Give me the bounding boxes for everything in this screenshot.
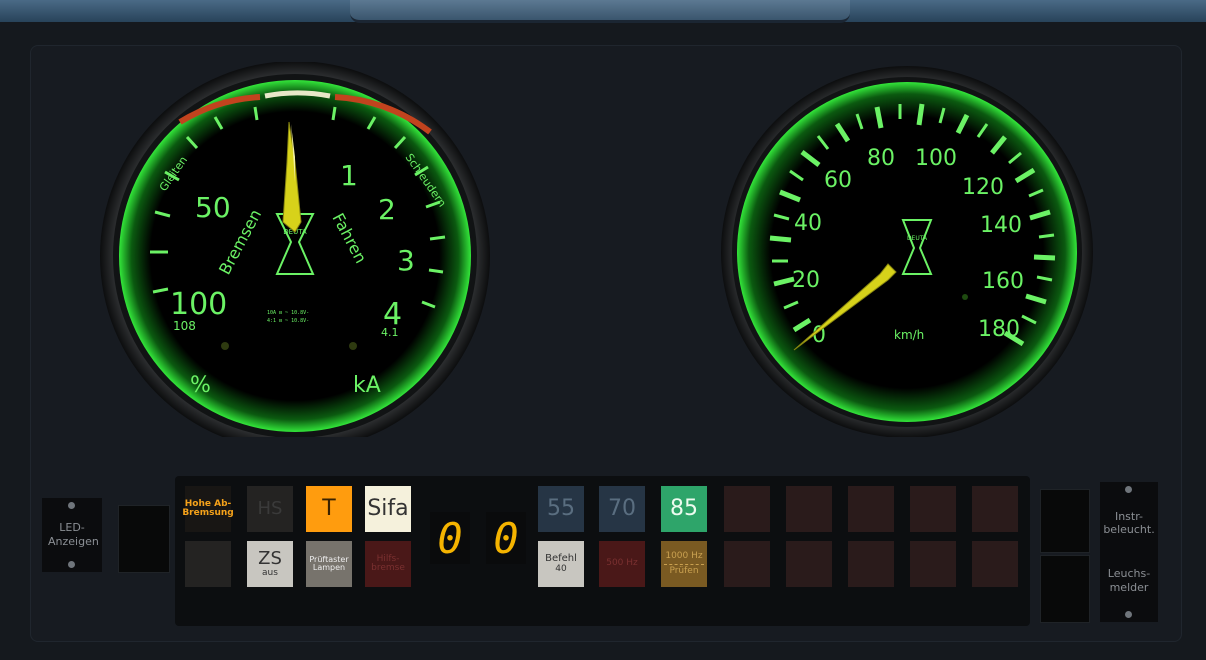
lamp-empty-2 [786,486,832,532]
top-bar [0,0,1206,23]
speed-label-120: 120 [962,175,1004,200]
led-slot [118,505,170,573]
lamp-hohe-ab-bremsung[interactable]: Hohe Ab-Bremsung [182,486,234,532]
tick-label-100: 100 [170,287,227,322]
digit-display-2: 0 [486,512,526,564]
lamp-zs-aus[interactable]: ZS aus [247,541,293,587]
top-bar-slot [350,0,850,23]
digit-display-1: 0 [430,512,470,564]
lamp-hs[interactable]: HS [247,486,293,532]
lamp-hilfsbremse[interactable]: Hilfs- bremse [365,541,411,587]
tick-label-2: 2 [378,193,396,226]
speed-label-80: 80 [867,146,895,171]
lamp-befehl-40[interactable]: Befehl 40 [538,541,584,587]
lamp-empty-4 [910,486,956,532]
tick-label-1: 1 [340,159,358,192]
instr-beleuchtung-label: Instr-beleucht. [1103,509,1155,537]
lamp-500hz[interactable]: 500 Hz [599,541,645,587]
speed-label-60: 60 [824,168,852,193]
unit-percent: % [190,373,211,398]
lamp-sifa[interactable]: Sifa [365,486,411,532]
unit-ka: kA [353,373,381,398]
instr-beleuchtung-box: Instr-beleucht. Leuchs-melder [1100,482,1158,622]
lamp-t[interactable]: T [306,486,352,532]
lamp-empty-5 [972,486,1018,532]
lamp-blank [185,541,231,587]
speed-label-40: 40 [794,211,822,236]
speedometer-gauge: 0 20 40 60 80 100 120 140 160 180 DEUTA … [712,62,1112,437]
max-right-label: 4.1 [381,326,399,339]
lamp-empty-3 [848,486,894,532]
speed-label-20: 20 [792,268,820,293]
lamp-empty-10 [972,541,1018,587]
lamp-1000hz-pruefen[interactable]: 1000 Hz Prüfen [661,541,707,587]
speed-label-140: 140 [980,213,1022,238]
lamp-55[interactable]: 55 [538,486,584,532]
speedometer-dial-face [737,82,1077,422]
speed-label-100: 100 [915,146,957,171]
tick-label-50: 50 [195,191,231,224]
led-anzeigen-box: LED-Anzeigen [42,498,102,572]
logo-text: DEUTA [907,235,928,242]
lamp-empty-8 [848,541,894,587]
tick-label-3: 3 [397,244,415,277]
svg-text:10A ⊟ ~ 10.8V-: 10A ⊟ ~ 10.8V- [267,310,309,316]
lamp-85[interactable]: 85 [661,486,707,532]
speed-label-180: 180 [978,317,1020,342]
lamp-empty-9 [910,541,956,587]
traction-dial-face [119,80,471,432]
lamp-prueftaster[interactable]: Prüftaster Lampen [306,541,352,587]
lamp-empty-6 [724,541,770,587]
lamp-empty-7 [786,541,832,587]
leuchtmelder-label: Leuchs-melder [1107,567,1151,594]
right-slot-1 [1040,489,1090,553]
right-slot-2 [1040,555,1090,623]
speed-label-160: 160 [982,269,1024,294]
traction-gauge: Gleiten Schleudern 50 100 108 1 2 3 4 4.… [95,62,495,437]
svg-text:4:1 ⊟ ~ 10.8V-: 4:1 ⊟ ~ 10.8V- [267,318,309,324]
lamp-70[interactable]: 70 [599,486,645,532]
speed-unit: km/h [894,328,924,342]
max-left-label: 108 [173,319,196,333]
lamp-empty-1 [724,486,770,532]
led-anzeigen-label: LED-Anzeigen [48,521,99,548]
